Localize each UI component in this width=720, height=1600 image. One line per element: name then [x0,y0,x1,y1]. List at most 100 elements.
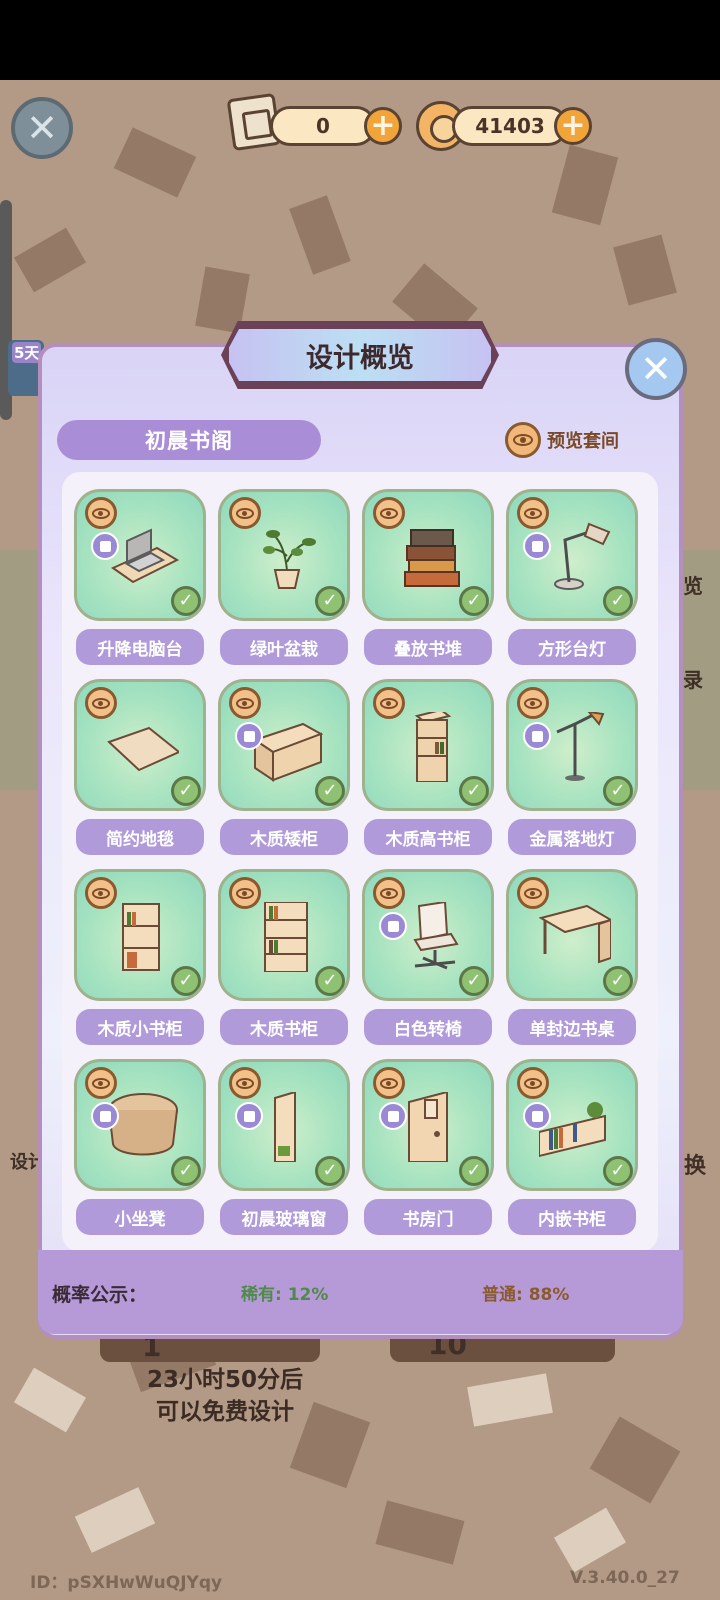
close-button[interactable]: ✕ [11,97,73,159]
set-name: 初晨书阁 [57,420,321,460]
close-icon: ✕ [640,347,672,391]
item-image[interactable]: ✓ [506,1059,638,1191]
item-card[interactable]: ✓ 白色转椅 [362,869,494,1047]
book-stack-icon [395,522,467,592]
preview-set-button[interactable]: 预览套间 [505,419,619,461]
check-icon: ✓ [171,1156,201,1186]
close-icon: ✕ [26,106,58,150]
item-card[interactable]: ✓ 木质矮柜 [218,679,350,857]
item-image[interactable]: ✓ [74,489,206,621]
eye-icon[interactable] [373,687,405,719]
add-coin-button[interactable]: + [554,107,592,145]
preview-set-label: 预览套间 [547,431,619,452]
tall-bookcase-icon [395,708,467,783]
eye-icon[interactable] [229,877,261,909]
item-card[interactable]: ✓ 木质高书柜 [362,679,494,857]
eye-icon[interactable] [373,497,405,529]
coin-counter: 41403 [452,106,568,146]
rare-badge-icon [379,912,407,940]
item-card[interactable]: ✓ 初晨玻璃窗 [218,1059,350,1237]
floor-lamp-icon [539,710,611,782]
eye-icon[interactable] [85,497,117,529]
item-card[interactable]: ✓ 方形台灯 [506,489,638,667]
status-bar [0,0,720,80]
item-image[interactable]: ✓ [506,489,638,621]
modal-close-button[interactable]: ✕ [625,338,687,400]
ticket-counter: 0 [270,106,376,146]
version-label: V.3.40.0_27 [570,1568,680,1588]
eye-icon[interactable] [229,1067,261,1099]
eye-icon[interactable] [85,687,117,719]
item-image[interactable]: ✓ [218,869,350,1001]
item-card[interactable]: ✓ 升降电脑台 [74,489,206,667]
item-card[interactable]: ✓ 内嵌书柜 [506,1059,638,1237]
player-id: ID：pSXHwWuQJYqy [30,1573,223,1593]
rare-badge-icon [523,532,551,560]
eye-icon[interactable] [85,877,117,909]
check-icon: ✓ [315,586,345,616]
wall-shelf-icon [538,1092,611,1162]
item-label: 木质书柜 [220,1009,348,1045]
exchange-label: 换 [684,1154,707,1179]
check-icon: ✓ [171,776,201,806]
eye-icon[interactable] [373,1067,405,1099]
add-ticket-button[interactable]: + [364,107,402,145]
item-card[interactable]: ✓ 小坐凳 [74,1059,206,1237]
eye-icon[interactable] [229,687,261,719]
item-card[interactable]: ✓ 叠放书堆 [362,489,494,667]
item-image[interactable]: ✓ [218,1059,350,1191]
item-label: 小坐凳 [76,1199,204,1235]
free-timer-line-1: 23小时50分后 [146,1367,303,1393]
item-image[interactable]: ✓ [74,869,206,1001]
item-image[interactable]: ✓ [362,869,494,1001]
eye-icon[interactable] [517,687,549,719]
item-card[interactable]: ✓ 绿叶盆栽 [218,489,350,667]
check-icon: ✓ [603,586,633,616]
eye-icon[interactable] [373,877,405,909]
item-card[interactable]: ✓ 木质小书柜 [74,869,206,1047]
item-image[interactable]: ✓ [218,489,350,621]
small-bookcase-icon [107,902,179,972]
item-label: 书房门 [364,1199,492,1235]
item-image[interactable]: ✓ [218,679,350,811]
item-label: 木质高书柜 [364,819,492,855]
item-image[interactable]: ✓ [506,679,638,811]
item-card[interactable]: ✓ 简约地毯 [74,679,206,857]
eye-icon[interactable] [229,497,261,529]
item-label: 白色转椅 [364,1009,492,1045]
item-image[interactable]: ✓ [362,679,494,811]
rare-badge-icon [91,1102,119,1130]
check-icon: ✓ [315,776,345,806]
bookcase-icon [251,901,323,973]
window-icon [251,1090,323,1163]
item-image[interactable]: ✓ [362,489,494,621]
item-label: 叠放书堆 [364,629,492,665]
check-icon: ✓ [315,1156,345,1186]
rare-badge-icon [379,1102,407,1130]
check-icon: ✓ [315,966,345,996]
item-label: 木质小书柜 [76,1009,204,1045]
rare-badge-icon [523,722,551,750]
eye-icon[interactable] [517,1067,549,1099]
item-card[interactable]: ✓ 书房门 [362,1059,494,1237]
item-label: 方形台灯 [508,629,636,665]
free-timer-line-2: 可以免费设计 [156,1399,294,1425]
check-icon: ✓ [603,966,633,996]
item-card[interactable]: ✓ 单封边书桌 [506,869,638,1047]
eye-icon[interactable] [517,877,549,909]
item-image[interactable]: ✓ [506,869,638,1001]
item-image[interactable]: ✓ [74,1059,206,1191]
item-image[interactable]: ✓ [74,679,206,811]
eye-icon[interactable] [517,497,549,529]
rare-badge-icon [523,1102,551,1130]
item-label: 绿叶盆栽 [220,629,348,665]
rug-icon [107,712,181,782]
eye-icon[interactable] [85,1067,117,1099]
rare-badge-icon [91,532,119,560]
check-icon: ✓ [603,776,633,806]
item-image[interactable]: ✓ [362,1059,494,1191]
item-card[interactable]: ✓ 木质书柜 [218,869,350,1047]
item-label: 初晨玻璃窗 [220,1199,348,1235]
item-card[interactable]: ✓ 金属落地灯 [506,679,638,857]
swivel-chair-icon [395,900,467,972]
